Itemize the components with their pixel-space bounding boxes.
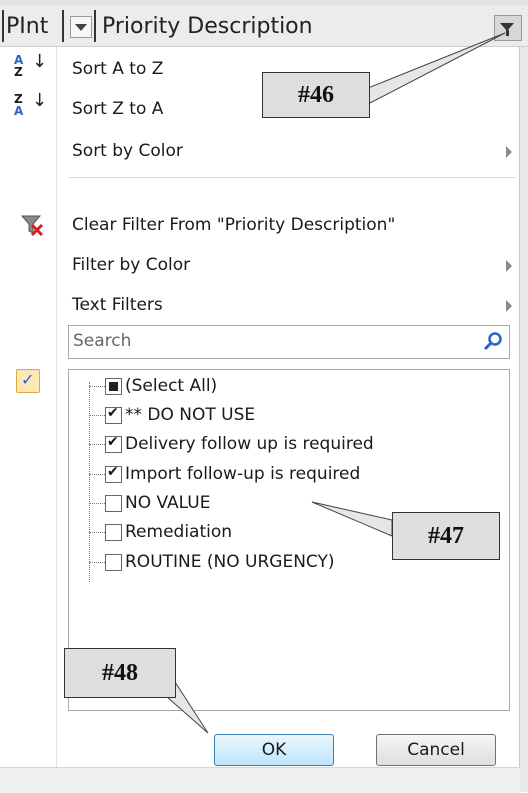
list-item-label: Import follow-up is required [125, 464, 361, 484]
sort-z-to-a-icon: Z A ↓ [14, 90, 48, 118]
filter-active-icon[interactable] [494, 15, 522, 41]
checkbox[interactable] [105, 524, 122, 541]
filter-by-color-item[interactable]: Filter by Color [72, 255, 190, 275]
submenu-arrow-icon [506, 146, 512, 158]
menu-separator [68, 177, 516, 178]
list-item-label: Remediation [125, 522, 233, 542]
list-item-label: NO VALUE [125, 493, 211, 513]
callout-46: #46 [262, 72, 370, 118]
checkbox[interactable] [105, 405, 122, 424]
clear-filter-item[interactable]: Clear Filter From "Priority Description" [72, 215, 395, 235]
sort-a-to-z-icon: A Z ↓ [14, 51, 48, 79]
list-item-label: ** DO NOT USE [125, 405, 256, 425]
resize-grip-bar[interactable] [0, 767, 520, 793]
list-item[interactable]: Import follow-up is required [69, 462, 499, 488]
search-icon[interactable] [483, 331, 503, 351]
list-item-label: ROUTINE (NO URGENCY) [125, 552, 335, 572]
column-header-priority-description[interactable]: Priority Description [102, 14, 313, 39]
search-input[interactable]: Search [73, 331, 131, 351]
submenu-arrow-icon [506, 300, 512, 312]
sort-by-color-item[interactable]: Sort by Color [72, 141, 183, 161]
header-top-line [0, 0, 528, 5]
sort-z-to-a-item[interactable]: Sort Z to A [72, 99, 163, 119]
checkbox[interactable] [105, 378, 122, 395]
checkbox[interactable] [105, 464, 122, 483]
list-item[interactable]: (Select All) [69, 374, 499, 400]
clear-filter-icon [20, 215, 44, 237]
sort-a-to-z-item[interactable]: Sort A to Z [72, 59, 163, 79]
cancel-button[interactable]: Cancel [376, 734, 496, 766]
checkbox[interactable] [105, 434, 122, 453]
column-header-bar: PInt Priority Description [0, 0, 528, 47]
list-item[interactable]: ** DO NOT USE [69, 403, 499, 429]
list-item[interactable]: Delivery follow up is required [69, 432, 499, 458]
list-item-label: (Select All) [125, 376, 218, 396]
menu-right-edge [519, 47, 528, 792]
column-divider [62, 10, 64, 42]
column-divider [94, 10, 96, 42]
submenu-arrow-icon [506, 260, 512, 272]
checkbox[interactable] [105, 554, 122, 571]
callout-48: #48 [64, 648, 176, 698]
pint-dropdown-icon[interactable] [70, 16, 92, 38]
column-divider [2, 10, 4, 42]
callout-47: #47 [392, 512, 500, 560]
list-item-label: Delivery follow up is required [125, 434, 374, 454]
column-header-pint[interactable]: PInt [6, 14, 48, 39]
search-box[interactable]: Search [68, 325, 510, 359]
icon-gutter [0, 47, 57, 767]
ok-button[interactable]: OK [214, 734, 334, 766]
checkbox[interactable] [105, 495, 122, 512]
checkmark-highlight-icon: ✓ [16, 369, 40, 393]
text-filters-item[interactable]: Text Filters [72, 295, 163, 315]
